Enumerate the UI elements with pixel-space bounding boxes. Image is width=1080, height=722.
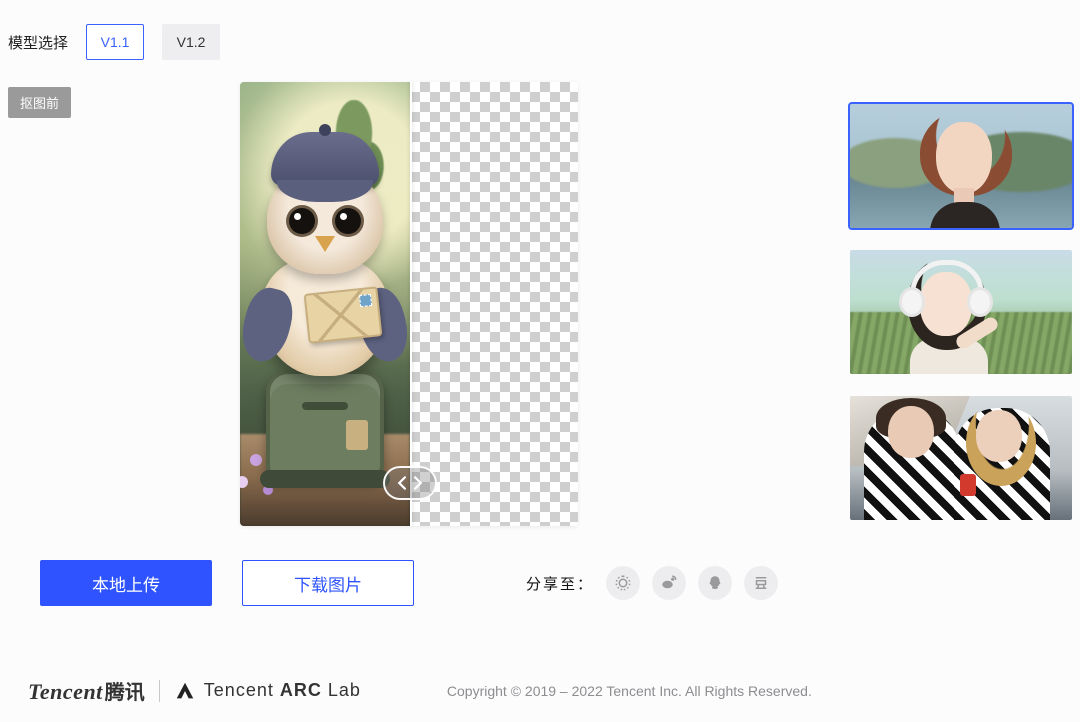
stage-column: 抠图前 抠图后 (8, 82, 810, 658)
model-select-label: 模型选择 (8, 32, 68, 53)
before-badge: 抠图前 (8, 87, 71, 118)
compare-left (240, 82, 410, 526)
upload-button[interactable]: 本地上传 (40, 560, 212, 606)
tencent-logo-en: Tencent腾讯 (28, 676, 145, 705)
copyright-text: Copyright © 2019 – 2022 Tencent Inc. All… (447, 683, 812, 699)
share-weibo-icon[interactable] (652, 566, 686, 600)
compare-slider-handle[interactable] (383, 466, 437, 500)
compare-right-transparent (410, 82, 578, 526)
share-label: 分享至： (526, 573, 594, 594)
actions-row: 本地上传 下载图片 分享至： (8, 526, 810, 606)
brand-block: Tencent腾讯 Tencent ARC Lab (28, 676, 361, 705)
sample-list (850, 82, 1072, 658)
model-option-v1-2[interactable]: V1.2 (162, 24, 220, 60)
footer: Tencent腾讯 Tencent ARC Lab Copyright © 20… (0, 658, 1080, 722)
sample-thumb-2[interactable] (850, 250, 1072, 374)
before-after-compare[interactable] (240, 82, 578, 526)
chevron-right-icon (414, 476, 423, 490)
download-button[interactable]: 下载图片 (242, 560, 414, 606)
arc-lab-logo: Tencent ARC Lab (174, 680, 361, 702)
share-qzone-icon[interactable] (606, 566, 640, 600)
model-select-bar: 模型选择 V1.1 V1.2 (0, 0, 1080, 82)
chevron-left-icon (397, 476, 406, 490)
compare-divider[interactable] (410, 82, 412, 526)
sample-image-bird (240, 82, 410, 526)
sample-thumb-3[interactable] (850, 396, 1072, 520)
main-area: 抠图前 抠图后 (0, 82, 1080, 658)
share-group: 分享至： (526, 566, 778, 600)
brand-separator (159, 680, 160, 702)
model-option-v1-1[interactable]: V1.1 (86, 24, 144, 60)
compare-stage: 抠图前 抠图后 (8, 82, 810, 526)
share-douban-icon[interactable] (744, 566, 778, 600)
arc-lab-icon (174, 680, 196, 702)
sample-thumb-1[interactable] (850, 104, 1072, 228)
sample-image-bird-cutout (410, 82, 578, 526)
share-qq-icon[interactable] (698, 566, 732, 600)
